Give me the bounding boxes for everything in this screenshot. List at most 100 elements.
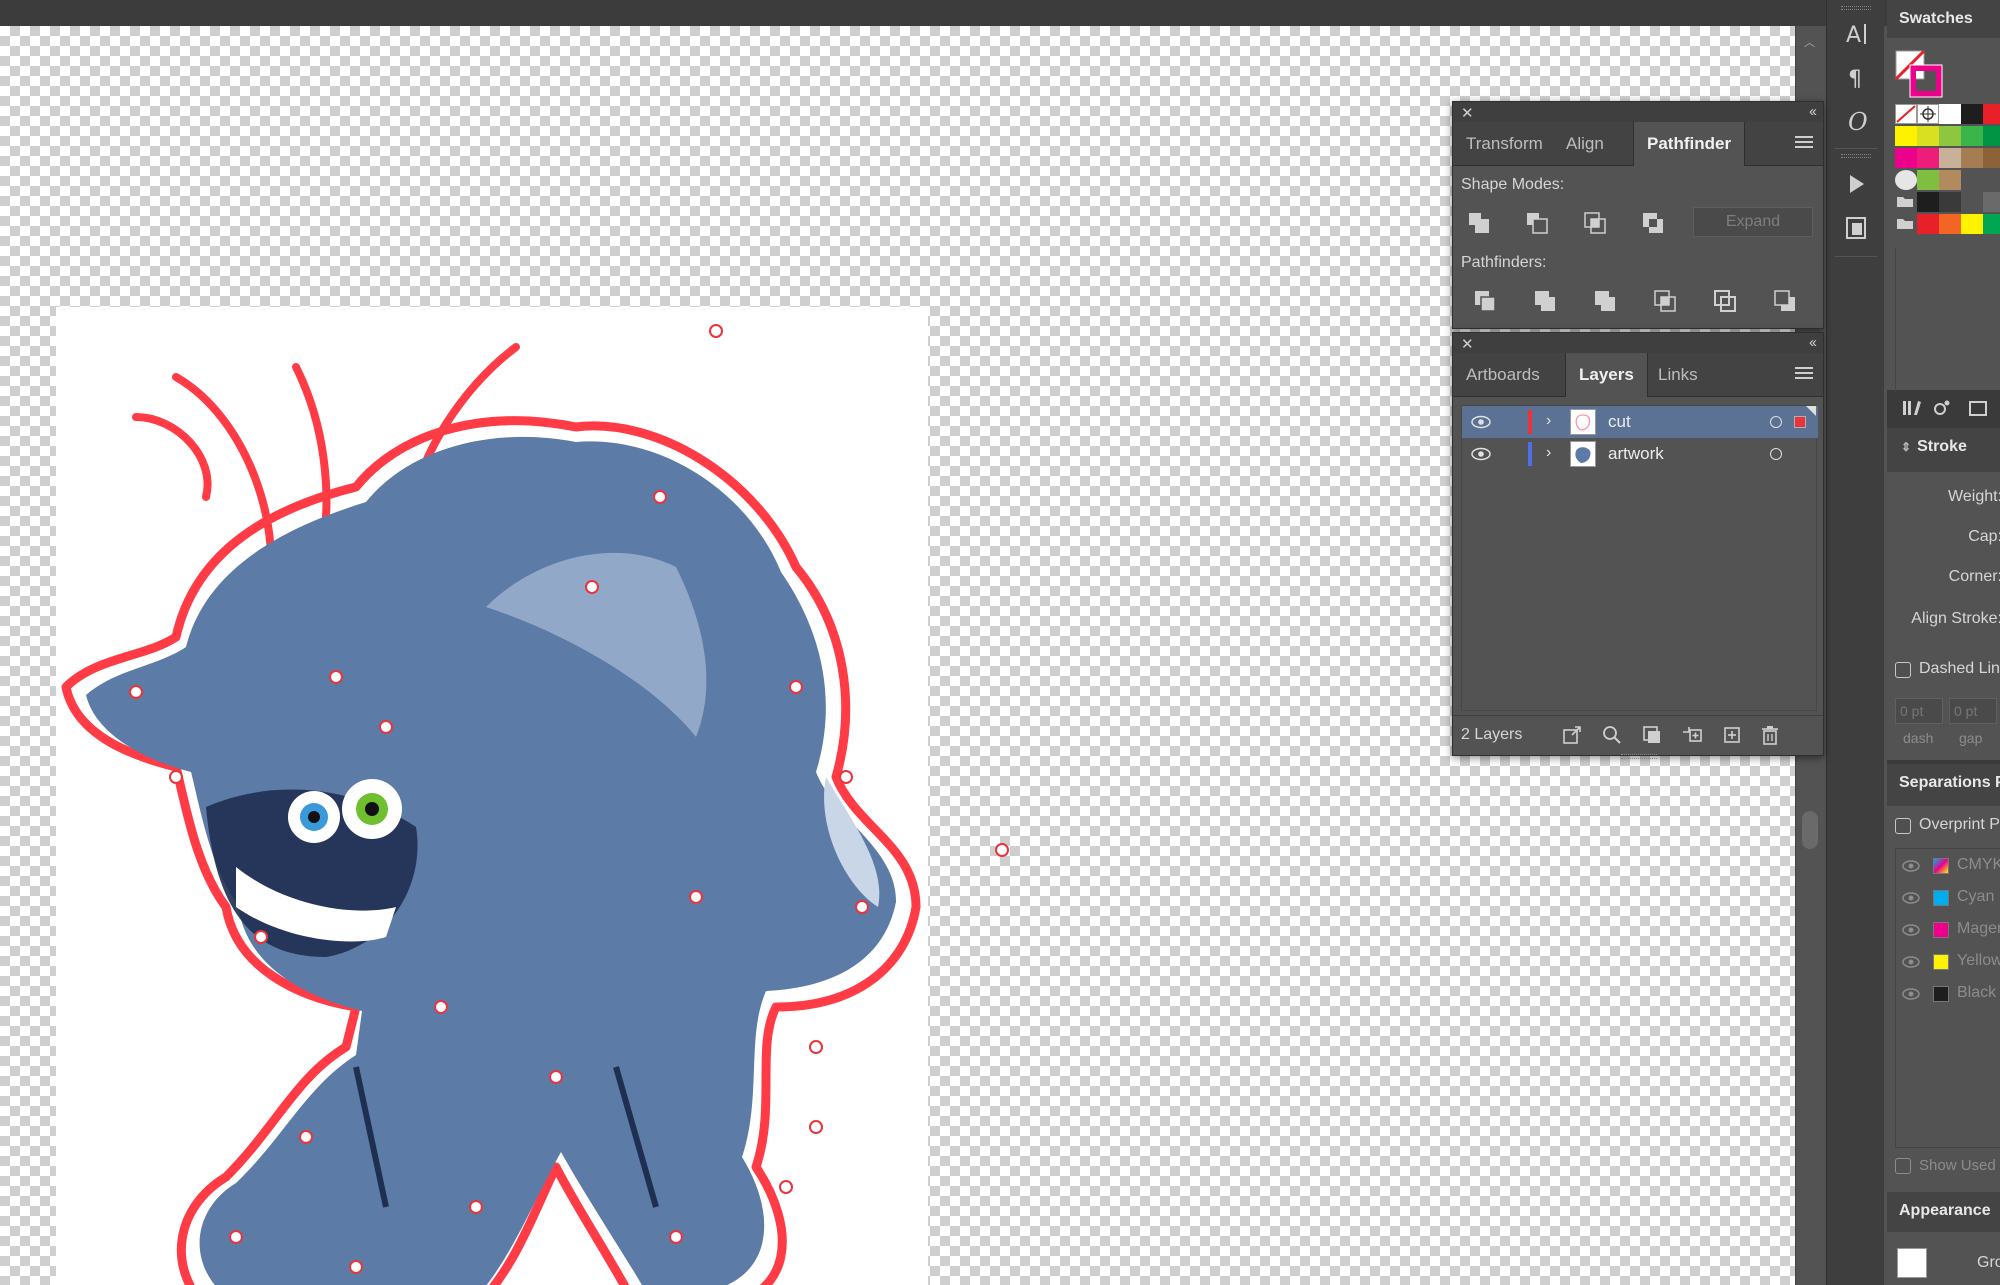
- swatch[interactable]: [1961, 214, 1983, 234]
- eye-icon[interactable]: [1901, 890, 1921, 906]
- expand-layer-icon[interactable]: ›: [1546, 444, 1551, 462]
- collapse-icon[interactable]: ‹‹: [1809, 103, 1817, 120]
- tab-transform[interactable]: Transform: [1453, 122, 1556, 166]
- panel-titlebar[interactable]: ✕ ‹‹: [1453, 333, 1823, 353]
- collect-for-export-icon[interactable]: [1561, 724, 1585, 748]
- separations-preview-tab[interactable]: Separations Preview: [1887, 764, 2000, 806]
- swatch[interactable]: [1983, 148, 2000, 168]
- swatch[interactable]: [1983, 192, 2000, 212]
- eye-icon[interactable]: [1470, 414, 1492, 430]
- layer-row-cut[interactable]: › cut: [1462, 406, 1818, 438]
- swatch[interactable]: [1939, 214, 1961, 234]
- dash-field[interactable]: 0 pt: [1895, 698, 1943, 724]
- tab-links[interactable]: Links: [1645, 353, 1711, 397]
- swatch[interactable]: [1895, 126, 1917, 146]
- artboard[interactable]: [56, 307, 928, 1285]
- swatch-pattern[interactable]: [1895, 170, 1917, 190]
- appearance-panel-tab[interactable]: Appearance: [1887, 1192, 2000, 1232]
- minus-back-button[interactable]: [1767, 284, 1803, 318]
- outline-button[interactable]: [1707, 284, 1743, 318]
- swatch[interactable]: [1983, 214, 2000, 234]
- swatch-libraries-icon[interactable]: [1901, 398, 1925, 418]
- separation-row-cyan[interactable]: Cyan: [1895, 882, 2000, 914]
- swatch[interactable]: [1939, 148, 1961, 168]
- swatch-pattern[interactable]: [1939, 170, 1961, 190]
- swatch[interactable]: [1939, 126, 1961, 146]
- unite-button[interactable]: [1461, 206, 1497, 240]
- gap-field[interactable]: 0 pt: [1949, 698, 1997, 724]
- swatch[interactable]: [1983, 104, 2000, 124]
- swatch[interactable]: [1939, 104, 1961, 124]
- make-clipping-mask-icon[interactable]: [1641, 724, 1665, 748]
- show-used-spot-colors-checkbox[interactable]: [1895, 1158, 1911, 1174]
- tab-pathfinder[interactable]: Pathfinder: [1633, 122, 1746, 166]
- create-new-layer-icon[interactable]: [1721, 724, 1745, 748]
- eye-icon[interactable]: [1470, 446, 1492, 462]
- eye-icon[interactable]: [1901, 858, 1921, 874]
- stroke-panel-tab[interactable]: ⇕ Stroke: [1887, 428, 2000, 472]
- swatch[interactable]: [1917, 214, 1939, 234]
- strip-grip[interactable]: [1841, 6, 1871, 10]
- layer-name[interactable]: artwork: [1608, 444, 1664, 464]
- swatch[interactable]: [1983, 126, 2000, 146]
- swatch-registration[interactable]: [1917, 104, 1939, 124]
- eye-icon[interactable]: [1901, 954, 1921, 970]
- swatch[interactable]: [1917, 148, 1939, 168]
- separation-row-cmyk[interactable]: CMYK: [1895, 850, 2000, 882]
- overprint-preview-checkbox[interactable]: [1895, 818, 1911, 834]
- exclude-button[interactable]: [1635, 206, 1671, 240]
- panel-resize-grip[interactable]: [1621, 754, 1657, 759]
- swatch-group-folder-icon[interactable]: [1895, 214, 1917, 234]
- tab-layers[interactable]: Layers: [1565, 353, 1648, 397]
- actions-panel-icon[interactable]: [1827, 164, 1885, 204]
- layer-target-icon[interactable]: [1770, 448, 1782, 460]
- close-icon[interactable]: ✕: [1461, 335, 1474, 353]
- document-info-panel-icon[interactable]: [1827, 208, 1885, 248]
- panel-menu-icon[interactable]: [1795, 136, 1813, 150]
- swatch-options-icon[interactable]: [1931, 398, 1953, 418]
- swatch[interactable]: [1961, 104, 1983, 124]
- create-sublayer-icon[interactable]: [1681, 724, 1705, 748]
- swatch-group-folder-icon[interactable]: [1895, 192, 1917, 212]
- fill-stroke-indicator[interactable]: [1893, 48, 1947, 102]
- separation-row-magenta[interactable]: Magenta: [1895, 914, 2000, 946]
- separation-row-yellow[interactable]: Yellow: [1895, 946, 2000, 978]
- close-icon[interactable]: ✕: [1461, 104, 1474, 122]
- swatch[interactable]: [1917, 192, 1939, 212]
- tab-align[interactable]: Align: [1553, 122, 1617, 166]
- layer-name[interactable]: cut: [1608, 412, 1631, 432]
- stray-anchor-point[interactable]: [994, 842, 1010, 858]
- swatch-pattern[interactable]: [1917, 170, 1939, 190]
- paragraph-panel-icon[interactable]: ¶: [1827, 58, 1885, 98]
- opentype-panel-icon[interactable]: O: [1827, 102, 1885, 142]
- panel-toggle-icon[interactable]: ⇕: [1901, 440, 1911, 454]
- dashed-line-checkbox[interactable]: [1895, 662, 1911, 678]
- swatch-none[interactable]: [1895, 104, 1917, 124]
- swatch[interactable]: [1917, 126, 1939, 146]
- new-color-group-icon[interactable]: [1967, 398, 1991, 418]
- swatch[interactable]: [1961, 148, 1983, 168]
- expand-button[interactable]: Expand: [1693, 207, 1813, 237]
- tab-artboards[interactable]: Artboards: [1453, 353, 1553, 397]
- layer-row-artwork[interactable]: › artwork: [1462, 438, 1818, 470]
- merge-button[interactable]: [1587, 284, 1623, 318]
- expand-layer-icon[interactable]: ›: [1546, 412, 1551, 430]
- monster-artwork[interactable]: [56, 307, 928, 1285]
- layer-selection-indicator[interactable]: [1794, 416, 1806, 428]
- character-panel-icon[interactable]: A: [1827, 14, 1885, 54]
- eye-icon[interactable]: [1901, 922, 1921, 938]
- scroll-up-icon[interactable]: ︿: [1804, 34, 1815, 49]
- crop-button[interactable]: [1647, 284, 1683, 318]
- panel-titlebar[interactable]: ✕ ‹‹: [1453, 102, 1823, 122]
- eye-icon[interactable]: [1901, 986, 1921, 1002]
- divide-button[interactable]: [1467, 284, 1503, 318]
- collapse-icon[interactable]: ‹‹: [1809, 334, 1817, 351]
- trim-button[interactable]: [1527, 284, 1563, 318]
- swatches-scrollbar[interactable]: [1895, 248, 2000, 393]
- separation-row-black[interactable]: Black: [1895, 978, 2000, 1010]
- swatch[interactable]: [1895, 148, 1917, 168]
- intersect-button[interactable]: [1577, 206, 1613, 240]
- delete-layer-icon[interactable]: [1759, 724, 1783, 748]
- minus-front-button[interactable]: [1519, 206, 1555, 240]
- layer-target-icon[interactable]: [1770, 416, 1782, 428]
